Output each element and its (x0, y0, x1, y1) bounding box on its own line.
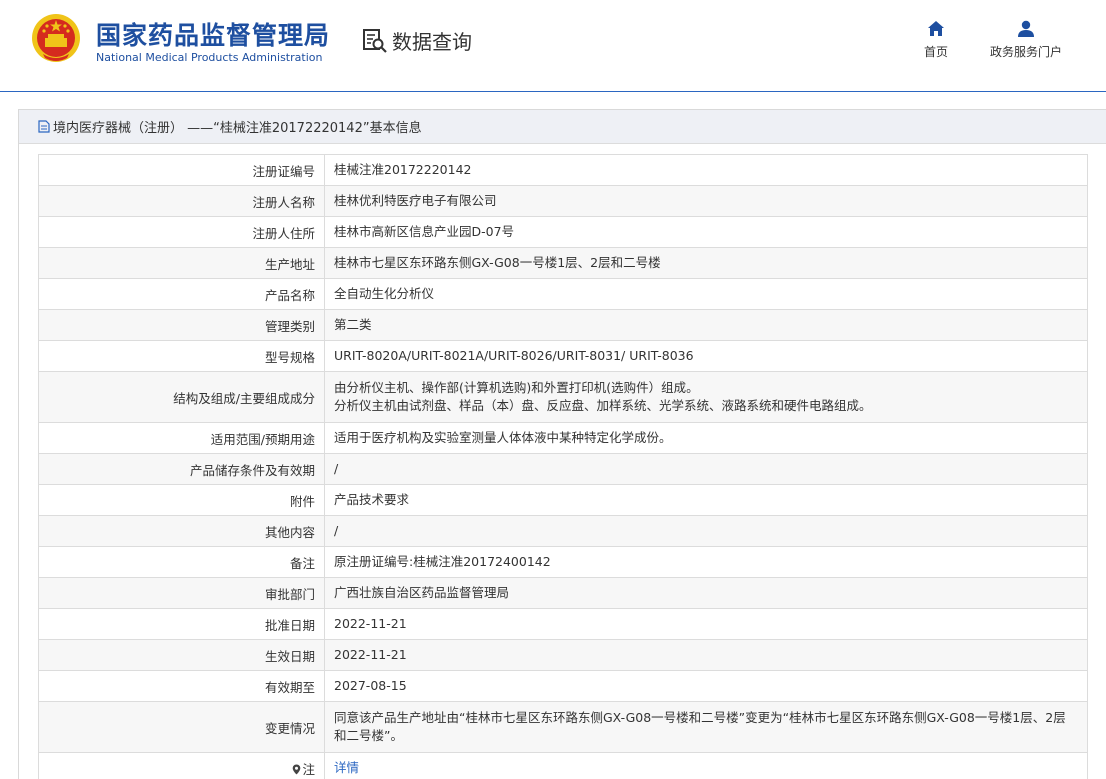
row-value: 桂林优利特医疗电子有限公司 (324, 185, 1088, 217)
row-value: 2022-11-21 (324, 608, 1088, 640)
detail-panel: 境内医疗器械（注册） ——“桂械注准20172220142”基本信息 注册证编号… (18, 109, 1106, 779)
row-value: 全自动生化分析仪 (324, 278, 1088, 310)
row-label: 变更情况 (38, 701, 325, 753)
home-icon (928, 21, 944, 36)
brand-name-en: National Medical Products Administration (96, 51, 323, 64)
row-label: 其他内容 (38, 515, 325, 547)
row-label: 审批部门 (38, 577, 325, 609)
row-value: URIT-8020A/URIT-8021A/URIT-8026/URIT-803… (324, 340, 1088, 372)
table-row: 适用范围/预期用途 适用于医疗机构及实验室测量人体体液中某种特定化学成份。 (38, 422, 1088, 454)
location-pin-icon (293, 764, 301, 774)
data-query-heading: 数据查询 (362, 26, 472, 55)
row-label: 产品名称 (38, 278, 325, 310)
table-row: 附件 产品技术要求 (38, 484, 1088, 516)
row-label: 结构及组成/主要组成成分 (38, 371, 325, 423)
national-emblem-icon (32, 14, 80, 62)
table-row: 产品储存条件及有效期 / (38, 453, 1088, 485)
row-label: 批准日期 (38, 608, 325, 640)
table-row: 注 详情 (38, 752, 1088, 779)
panel-title: 境内医疗器械（注册） ——“桂械注准20172220142”基本信息 (19, 110, 1106, 144)
details-link[interactable]: 详情 (334, 760, 359, 775)
row-value: 第二类 (324, 309, 1088, 341)
row-value: 桂械注准20172220142 (324, 154, 1088, 186)
table-row: 有效期至 2027-08-15 (38, 670, 1088, 702)
table-row: 注册人名称 桂林优利特医疗电子有限公司 (38, 185, 1088, 217)
data-query-label: 数据查询 (392, 30, 472, 54)
table-row: 管理类别 第二类 (38, 309, 1088, 341)
row-label: 适用范围/预期用途 (38, 422, 325, 454)
row-value: 2027-08-15 (324, 670, 1088, 702)
user-icon (1018, 20, 1034, 37)
brand-name-cn: 国家药品监督管理局 (96, 21, 331, 50)
row-label: 产品储存条件及有效期 (38, 453, 325, 485)
table-row: 结构及组成/主要组成成分 由分析仪主机、操作部(计算机选购)和外置打印机(选购件）… (38, 371, 1088, 423)
row-label: 备注 (38, 546, 325, 578)
table-row: 审批部门 广西壮族自治区药品监督管理局 (38, 577, 1088, 609)
table-row: 生产地址 桂林市七星区东环路东侧GX-G08一号楼1层、2层和二号楼 (38, 247, 1088, 279)
row-label: 有效期至 (38, 670, 325, 702)
table-row: 变更情况 同意该产品生产地址由“桂林市七星区东环路东侧GX-G08一号楼和二号楼”… (38, 701, 1088, 753)
nav-home[interactable]: 首页 (924, 20, 948, 60)
row-value-line: 分析仪主机由试剂盘、样品（本）盘、反应盘、加样系统、光学系统、液路系统和硬件电路… (334, 398, 872, 413)
row-value-line: 由分析仪主机、操作部(计算机选购)和外置打印机(选购件）组成。 (334, 380, 699, 395)
table-row: 型号规格 URIT-8020A/URIT-8021A/URIT-8026/URIT… (38, 340, 1088, 372)
row-value: / (324, 515, 1088, 547)
site-header: 国家药品监督管理局 National Medical Products Admi… (0, 0, 1106, 92)
row-label: 生产地址 (38, 247, 325, 279)
row-label: 附件 (38, 484, 325, 516)
row-value: 原注册证编号:桂械注准20172400142 (324, 546, 1088, 578)
nav-home-label: 首页 (924, 45, 949, 59)
row-value: 适用于医疗机构及实验室测量人体体液中某种特定化学成份。 (324, 422, 1088, 454)
row-value: 桂林市高新区信息产业园D-07号 (324, 216, 1088, 248)
document-search-icon (363, 28, 387, 53)
note-label: 注 (302, 761, 315, 777)
document-icon (38, 120, 50, 133)
table-row: 注册人住所 桂林市高新区信息产业园D-07号 (38, 216, 1088, 248)
row-label: 注册证编号 (38, 154, 325, 186)
row-value: 产品技术要求 (324, 484, 1088, 516)
row-label: 管理类别 (38, 309, 325, 341)
row-value: 同意该产品生产地址由“桂林市七星区东环路东侧GX-G08一号楼和二号楼”变更为“… (324, 701, 1088, 753)
panel-title-text: 境内医疗器械（注册） ——“桂械注准20172220142”基本信息 (53, 121, 422, 136)
row-label: 注册人名称 (38, 185, 325, 217)
row-label: 生效日期 (38, 639, 325, 671)
row-label: 型号规格 (38, 340, 325, 372)
table-row: 产品名称 全自动生化分析仪 (38, 278, 1088, 310)
nav-service-portal[interactable]: 政务服务门户 (990, 20, 1062, 60)
row-value: 广西壮族自治区药品监督管理局 (324, 577, 1088, 609)
info-table: 注册证编号 桂械注准20172220142 注册人名称 桂林优利特医疗电子有限公司 … (38, 154, 1088, 779)
row-value: 详情 (324, 752, 1088, 779)
row-label: 注 (38, 752, 325, 779)
row-value: 桂林市七星区东环路东侧GX-G08一号楼1层、2层和二号楼 (324, 247, 1088, 279)
table-row: 注册证编号 桂械注准20172220142 (38, 154, 1088, 186)
table-row: 生效日期 2022-11-21 (38, 639, 1088, 671)
row-value: / (324, 453, 1088, 485)
row-value: 由分析仪主机、操作部(计算机选购)和外置打印机(选购件）组成。分析仪主机由试剂盘… (324, 371, 1088, 423)
row-value: 2022-11-21 (324, 639, 1088, 671)
nav-service-portal-label: 政务服务门户 (990, 45, 1063, 59)
table-row: 批准日期 2022-11-21 (38, 608, 1088, 640)
table-row: 其他内容 / (38, 515, 1088, 547)
table-row: 备注 原注册证编号:桂械注准20172400142 (38, 546, 1088, 578)
row-label: 注册人住所 (38, 216, 325, 248)
